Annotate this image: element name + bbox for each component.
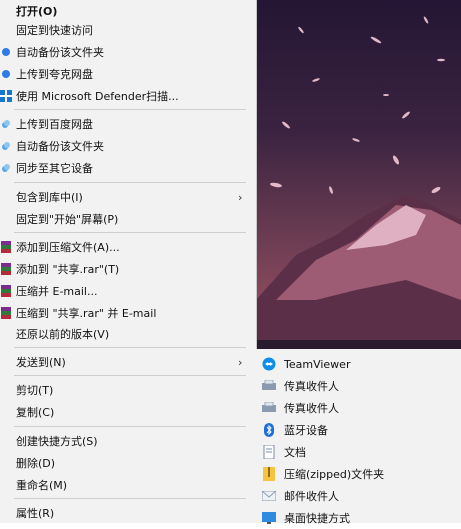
menu-item-label: 上传到夸克网盘 bbox=[16, 68, 93, 81]
winrar-icon bbox=[0, 306, 12, 320]
winrar-icon bbox=[0, 284, 12, 298]
menu-item-add-archive[interactable]: 添加到压缩文件(A)... bbox=[0, 236, 256, 258]
menu-item-compress-email[interactable]: 压缩并 E-mail... bbox=[0, 280, 256, 302]
sendto-item-zip-folder[interactable]: 压缩(zipped)文件夹 bbox=[256, 463, 461, 485]
menu-item-upload-baidu[interactable]: 上传到百度网盘 bbox=[0, 113, 256, 135]
menu-separator bbox=[14, 498, 246, 499]
sendto-item-label: 桌面快捷方式 bbox=[284, 512, 350, 525]
sendto-item-desktop-shortcut[interactable]: 桌面快捷方式 bbox=[256, 507, 461, 529]
sendto-item-label: TeamViewer bbox=[284, 357, 351, 371]
sendto-item-teamviewer[interactable]: TeamViewer bbox=[256, 353, 461, 375]
cloud-blue-icon bbox=[0, 67, 12, 81]
menu-item-delete[interactable]: 删除(D) bbox=[0, 452, 256, 474]
fax-icon bbox=[262, 379, 276, 393]
menu-item-label: 属性(R) bbox=[16, 507, 55, 520]
context-menu: 打开(O) 固定到快速访问 自动备份该文件夹 上传到夸克网盘 使用 Micros… bbox=[0, 0, 257, 523]
menu-item-label: 自动备份该文件夹 bbox=[16, 46, 104, 59]
sendto-item-label: 蓝牙设备 bbox=[284, 424, 328, 437]
menu-item-cut[interactable]: 剪切(T) bbox=[0, 379, 256, 401]
menu-separator bbox=[14, 375, 246, 376]
menu-item-label: 固定到快速访问 bbox=[16, 24, 93, 37]
winrar-icon bbox=[0, 240, 12, 254]
menu-item-label: 同步至其它设备 bbox=[16, 162, 93, 175]
menu-separator bbox=[14, 426, 246, 427]
menu-item-send-to[interactable]: 发送到(N) › bbox=[0, 351, 256, 373]
menu-item-label: 打开(O) bbox=[16, 5, 58, 18]
menu-item-label: 剪切(T) bbox=[16, 384, 54, 397]
menu-item-restore-versions[interactable]: 还原以前的版本(V) bbox=[0, 323, 256, 345]
sendto-item-label: 压缩(zipped)文件夹 bbox=[284, 468, 385, 481]
teamviewer-icon bbox=[262, 357, 276, 371]
menu-item-label: 还原以前的版本(V) bbox=[16, 328, 110, 341]
menu-item-label: 创建快捷方式(S) bbox=[16, 435, 98, 448]
fax-icon bbox=[262, 401, 276, 415]
menu-item-pin-start[interactable]: 固定到"开始"屏幕(P) bbox=[0, 208, 256, 230]
baidu-cloud-icon bbox=[0, 117, 12, 131]
menu-separator bbox=[14, 347, 246, 348]
menu-item-label: 添加到 "共享.rar"(T) bbox=[16, 263, 120, 276]
menu-item-defender-scan[interactable]: 使用 Microsoft Defender扫描... bbox=[0, 85, 256, 107]
baidu-cloud-icon bbox=[0, 161, 12, 175]
zip-folder-icon bbox=[262, 467, 276, 481]
menu-item-label: 添加到压缩文件(A)... bbox=[16, 241, 120, 254]
sendto-item-label: 邮件收件人 bbox=[284, 490, 339, 503]
winrar-icon bbox=[0, 262, 12, 276]
menu-separator bbox=[14, 182, 246, 183]
menu-item-include-library[interactable]: 包含到库中(I) › bbox=[0, 186, 256, 208]
menu-item-sync-devices[interactable]: 同步至其它设备 bbox=[0, 157, 256, 179]
menu-item-label: 重命名(M) bbox=[16, 479, 68, 492]
menu-item-compress-shared-email[interactable]: 压缩到 "共享.rar" 并 E-mail bbox=[0, 302, 256, 324]
menu-item-pin-quick-access[interactable]: 固定到快速访问 bbox=[0, 19, 256, 41]
menu-separator bbox=[14, 109, 246, 110]
sendto-item-bluetooth[interactable]: 蓝牙设备 bbox=[256, 419, 461, 441]
chevron-right-icon: › bbox=[238, 355, 243, 369]
menu-item-label: 压缩到 "共享.rar" 并 E-mail bbox=[16, 307, 157, 320]
menu-item-label: 固定到"开始"屏幕(P) bbox=[16, 213, 119, 226]
mail-icon bbox=[262, 489, 276, 503]
menu-item-properties[interactable]: 属性(R) bbox=[0, 502, 256, 524]
menu-item-label: 复制(C) bbox=[16, 406, 55, 419]
menu-item-auto-backup-baidu[interactable]: 自动备份该文件夹 bbox=[0, 135, 256, 157]
menu-item-label: 包含到库中(I) bbox=[16, 191, 83, 204]
baidu-cloud-icon bbox=[0, 139, 12, 153]
sendto-item-mail[interactable]: 邮件收件人 bbox=[256, 485, 461, 507]
cloud-blue-icon bbox=[0, 45, 12, 59]
menu-separator bbox=[14, 232, 246, 233]
menu-item-add-shared-rar[interactable]: 添加到 "共享.rar"(T) bbox=[0, 258, 256, 280]
menu-item-upload-quark[interactable]: 上传到夸克网盘 bbox=[0, 63, 256, 85]
sendto-item-label: 文档 bbox=[284, 446, 306, 459]
menu-item-label: 压缩并 E-mail... bbox=[16, 285, 98, 298]
menu-item-label: 自动备份该文件夹 bbox=[16, 140, 104, 153]
menu-item-label: 发送到(N) bbox=[16, 356, 66, 369]
sendto-item-label: 传真收件人 bbox=[284, 380, 339, 393]
sendto-item-fax[interactable]: 传真收件人 bbox=[256, 375, 461, 397]
sendto-item-fax-2[interactable]: 传真收件人 bbox=[256, 397, 461, 419]
documents-icon bbox=[262, 445, 276, 459]
menu-item-auto-backup-quark[interactable]: 自动备份该文件夹 bbox=[0, 41, 256, 63]
defender-shield-icon bbox=[0, 89, 12, 103]
bluetooth-icon bbox=[262, 423, 276, 437]
menu-item-copy[interactable]: 复制(C) bbox=[0, 401, 256, 423]
menu-item-create-shortcut[interactable]: 创建快捷方式(S) bbox=[0, 430, 256, 452]
menu-item-label: 上传到百度网盘 bbox=[16, 118, 93, 131]
menu-item-label: 删除(D) bbox=[16, 457, 56, 470]
sendto-item-documents[interactable]: 文档 bbox=[256, 441, 461, 463]
chevron-right-icon: › bbox=[238, 190, 243, 204]
send-to-submenu: TeamViewer 传真收件人 传真收件人 蓝牙设备 文档 压缩(zipped… bbox=[256, 349, 461, 525]
sendto-item-label: 传真收件人 bbox=[284, 402, 339, 415]
menu-item-rename[interactable]: 重命名(M) bbox=[0, 474, 256, 496]
menu-item-label: 使用 Microsoft Defender扫描... bbox=[16, 90, 179, 103]
